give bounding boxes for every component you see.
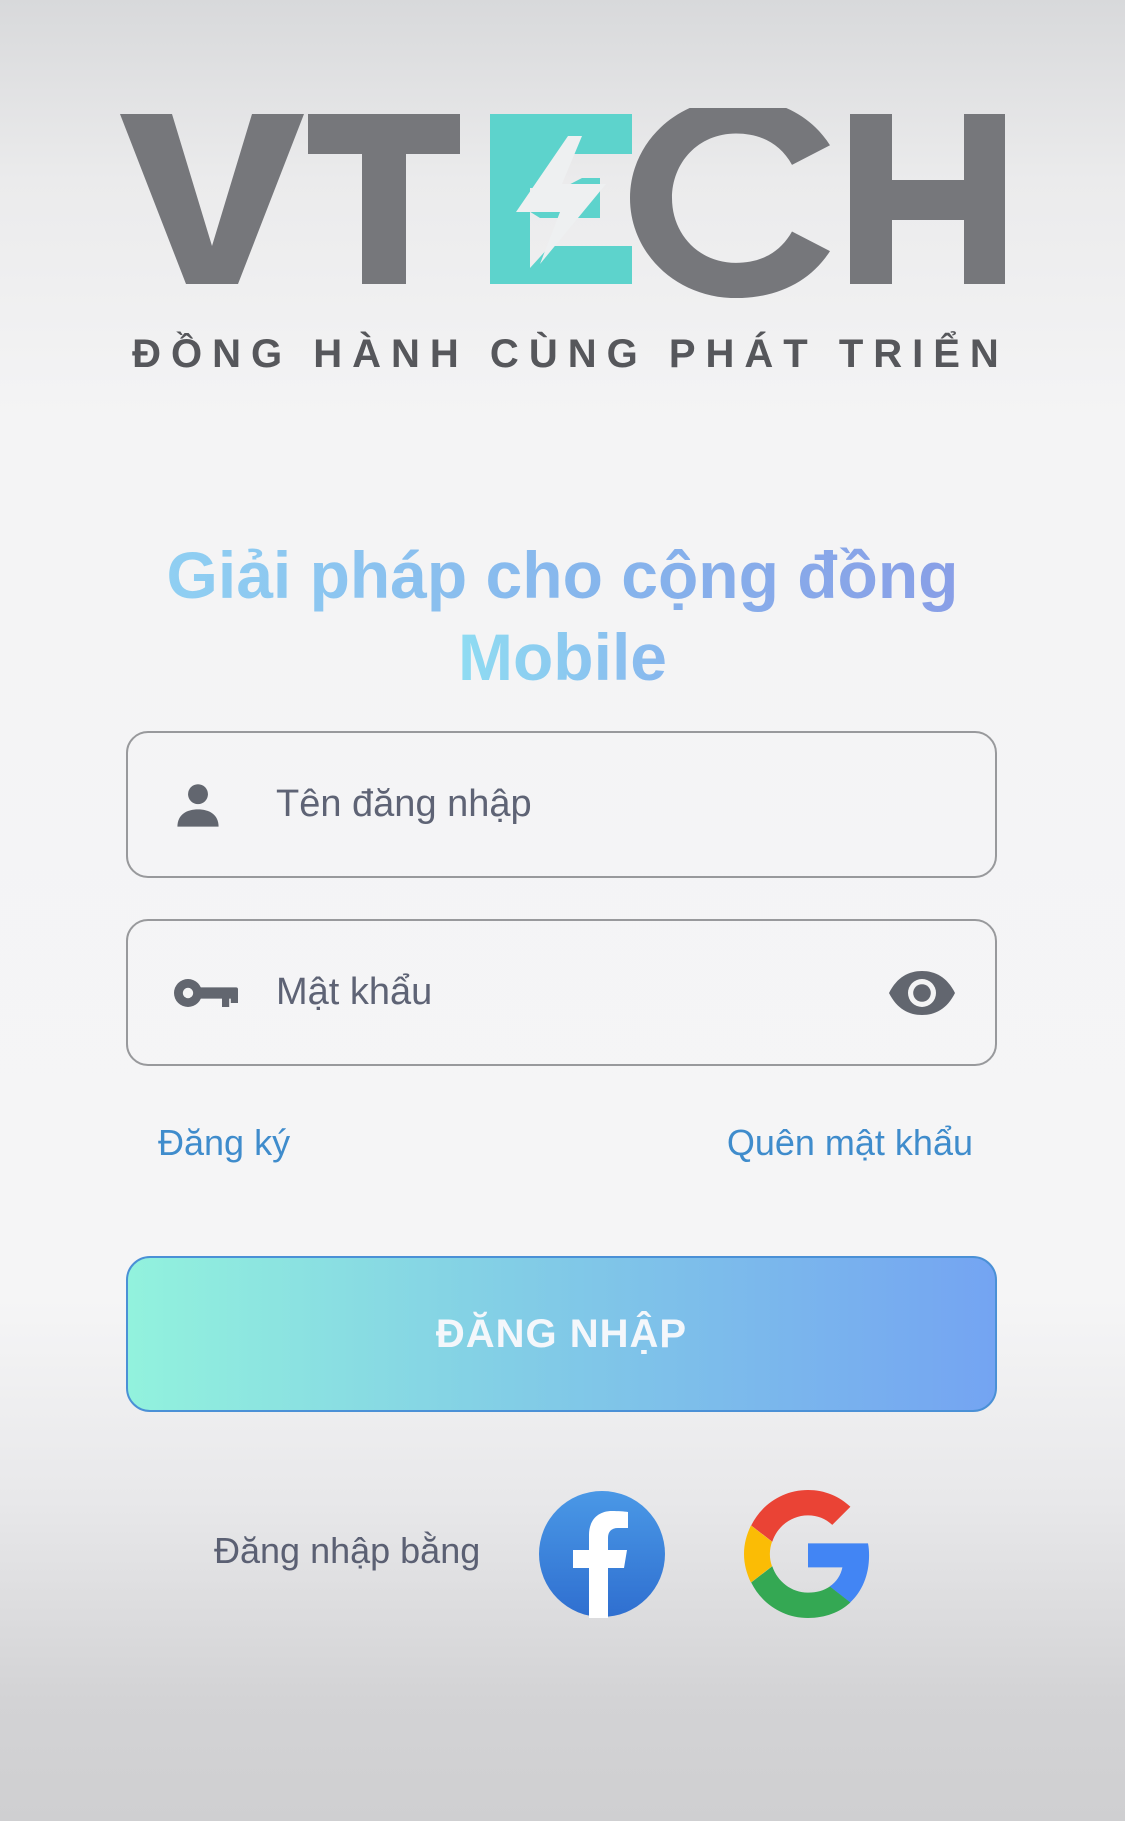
password-field[interactable]: [126, 919, 997, 1066]
forgot-password-link[interactable]: Quên mật khẩu: [727, 1122, 973, 1164]
login-button-label: ĐĂNG NHẬP: [435, 1311, 688, 1356]
headline-line-1: Giải pháp cho cộng đồng: [0, 534, 1125, 616]
headline-line-2: Mobile: [458, 616, 667, 698]
social-login-label: Đăng nhập bằng: [214, 1530, 481, 1571]
brand-tagline: ĐỒNG HÀNH CÙNG PHÁT TRIỂN: [132, 332, 1009, 376]
eye-icon[interactable]: [887, 969, 957, 1017]
vtech-logo-mark: [120, 108, 1005, 298]
google-icon: [744, 1490, 870, 1618]
facebook-login-button[interactable]: [538, 1490, 666, 1618]
headline: Giải pháp cho cộng đồng Mobile: [0, 534, 1125, 698]
password-input[interactable]: [276, 921, 875, 1064]
login-button[interactable]: ĐĂNG NHẬP: [126, 1256, 997, 1412]
username-field[interactable]: [126, 731, 997, 878]
username-input[interactable]: [276, 733, 875, 876]
vtech-logo: [120, 108, 1005, 298]
person-icon: [172, 779, 224, 831]
facebook-icon: [539, 1491, 665, 1618]
key-icon: [172, 973, 242, 1013]
google-login-button[interactable]: [744, 1490, 872, 1618]
register-link[interactable]: Đăng ký: [158, 1122, 290, 1164]
